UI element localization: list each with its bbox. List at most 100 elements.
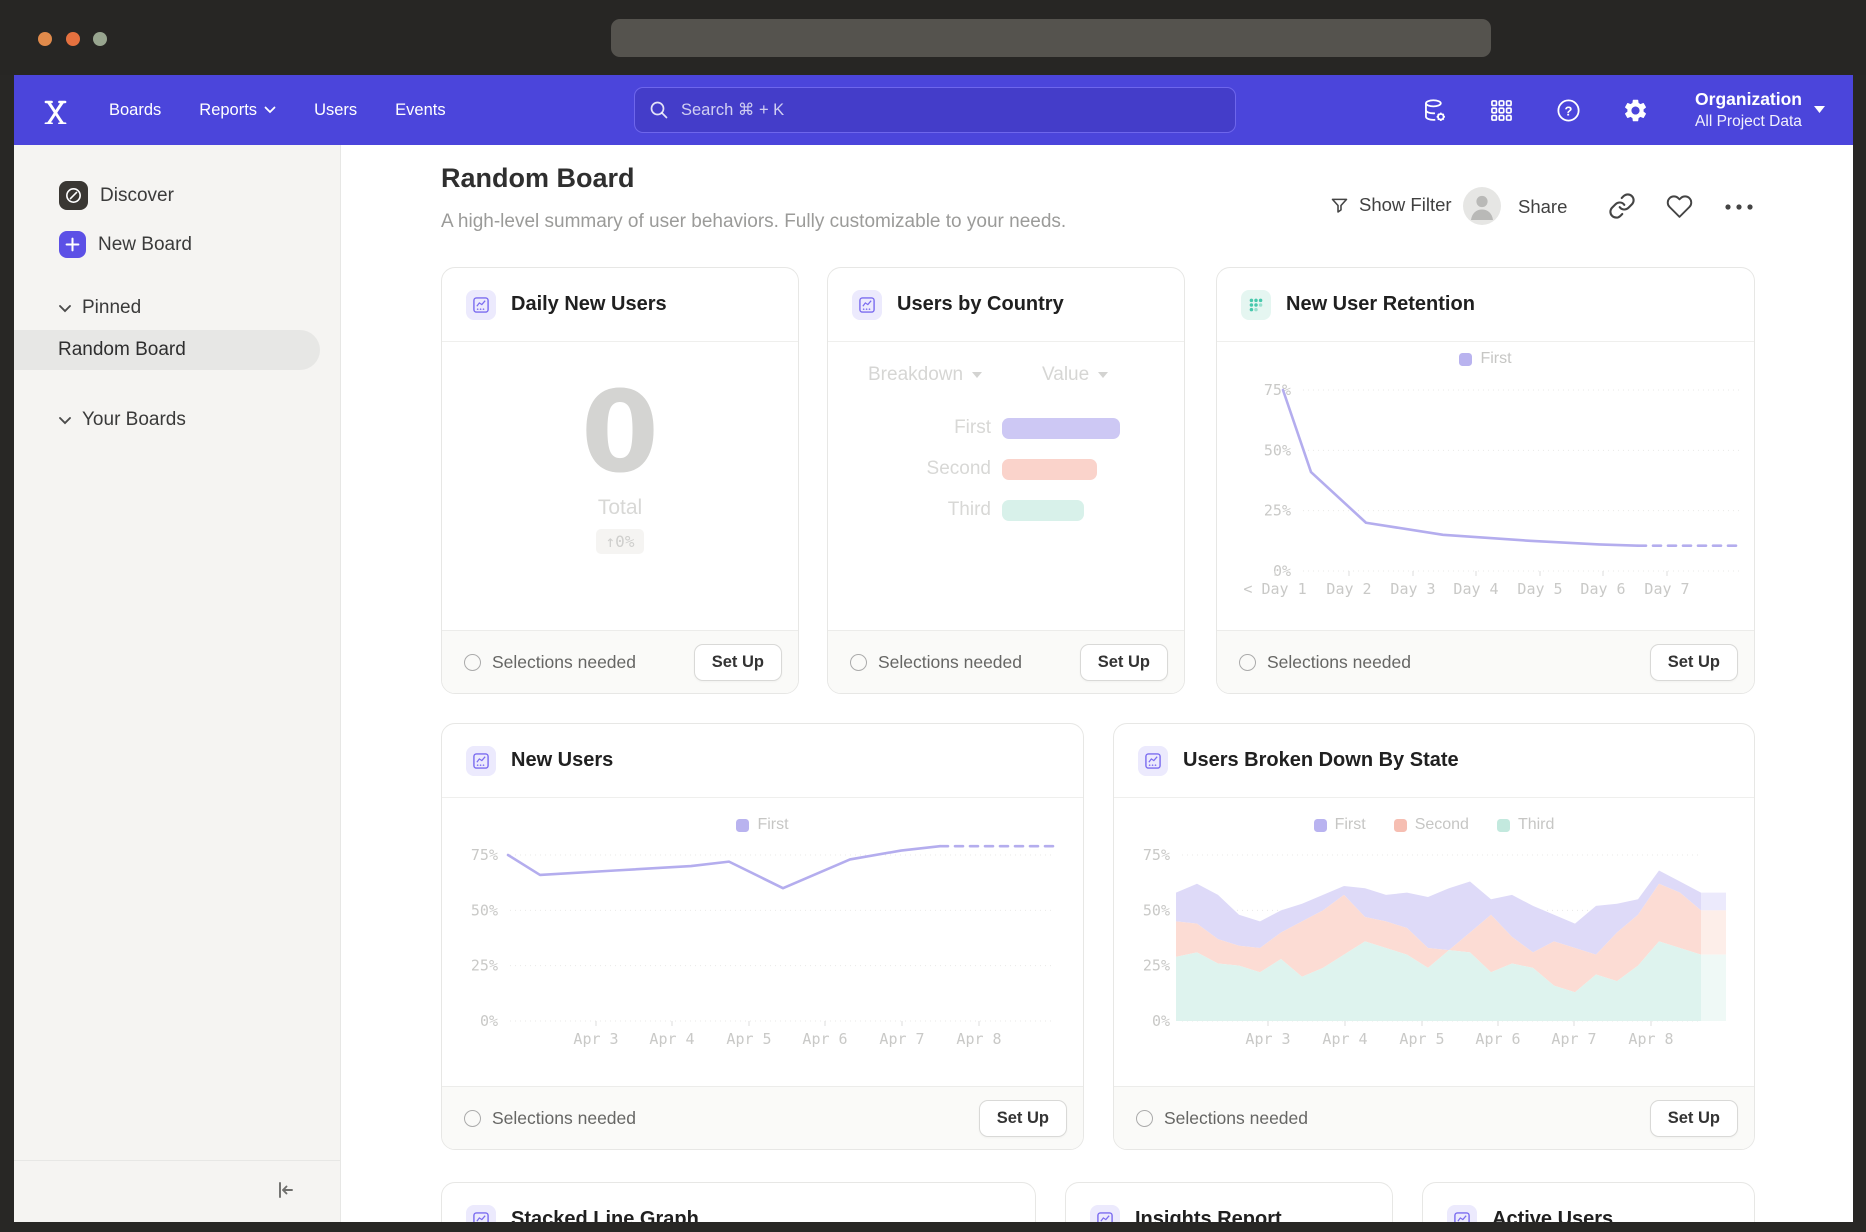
show-filter-button[interactable]: Show Filter bbox=[1329, 194, 1452, 216]
help-icon[interactable]: ? bbox=[1555, 97, 1582, 124]
more-options-icon[interactable] bbox=[1722, 201, 1756, 213]
svg-text:Apr 4: Apr 4 bbox=[1322, 1030, 1367, 1048]
value-dropdown[interactable]: Value bbox=[1042, 364, 1108, 386]
legend-item[interactable]: First bbox=[736, 816, 788, 834]
chart-legend: First bbox=[1217, 350, 1754, 368]
nav-menu: Boards Reports Users Events bbox=[109, 101, 446, 120]
svg-text:25%: 25% bbox=[1143, 957, 1170, 975]
sidebar-section-pinned[interactable]: Pinned bbox=[58, 297, 141, 319]
nav-item-reports[interactable]: Reports bbox=[199, 101, 276, 120]
set-up-button[interactable]: Set Up bbox=[979, 1100, 1067, 1137]
legend-swatch bbox=[1394, 819, 1407, 832]
person-icon bbox=[1463, 187, 1501, 225]
svg-text:Apr 6: Apr 6 bbox=[1475, 1030, 1520, 1048]
chevron-down-icon bbox=[58, 416, 72, 425]
card-header: Users Broken Down By State bbox=[1114, 724, 1754, 798]
collapse-sidebar-icon[interactable] bbox=[270, 1175, 300, 1205]
window-minimize-button[interactable] bbox=[66, 32, 80, 46]
apps-grid-icon[interactable] bbox=[1488, 97, 1515, 124]
share-label: Share bbox=[1518, 196, 1567, 218]
legend-item[interactable]: Second bbox=[1394, 816, 1469, 834]
svg-text:0%: 0% bbox=[1273, 562, 1291, 580]
retention-line-chart: 75%50%25%0%< Day 1Day 2Day 3Day 4Day 5Da… bbox=[1217, 342, 1754, 630]
breakdown-dropdown[interactable]: Breakdown bbox=[868, 364, 982, 386]
legend-item[interactable]: First bbox=[1314, 816, 1366, 834]
bar-label: Third bbox=[828, 499, 991, 521]
card-users-by-country: Users by Country Breakdown Value FirstSe… bbox=[827, 267, 1185, 694]
sidebar-item-new-board[interactable]: New Board bbox=[59, 231, 192, 258]
legend-label: First bbox=[1480, 350, 1511, 368]
insights-chart-icon bbox=[466, 290, 496, 320]
sidebar-item-label: Discover bbox=[100, 185, 174, 207]
chart-legend: First Second Third bbox=[1114, 816, 1754, 834]
dropdown-label: Breakdown bbox=[868, 364, 963, 386]
sidebar-item-discover[interactable]: Discover bbox=[59, 181, 174, 210]
nav-item-boards[interactable]: Boards bbox=[109, 101, 161, 120]
org-switcher[interactable]: Organization All Project Data bbox=[1695, 88, 1825, 132]
copy-link-icon[interactable] bbox=[1608, 192, 1636, 220]
svg-text:Apr 7: Apr 7 bbox=[1551, 1030, 1596, 1048]
svg-text:0%: 0% bbox=[480, 1012, 498, 1030]
caret-down-icon bbox=[1098, 372, 1108, 378]
bar bbox=[1002, 418, 1120, 439]
settings-gear-icon[interactable] bbox=[1622, 97, 1649, 124]
avatar[interactable] bbox=[1463, 187, 1501, 225]
status-text: Selections needed bbox=[492, 652, 636, 673]
filter-icon bbox=[1329, 195, 1350, 216]
svg-text:0%: 0% bbox=[1152, 1012, 1170, 1030]
mixpanel-logo[interactable] bbox=[42, 97, 69, 124]
set-up-button[interactable]: Set Up bbox=[1080, 644, 1168, 681]
search-input[interactable] bbox=[679, 100, 1221, 121]
bar bbox=[1002, 459, 1097, 480]
page-subtitle: A high-level summary of user behaviors. … bbox=[441, 211, 1066, 233]
card-daily-new-users: Daily New Users 0 Total ↑0% Selections n… bbox=[441, 267, 799, 694]
selection-radio[interactable] bbox=[1136, 1110, 1153, 1127]
nav-item-events[interactable]: Events bbox=[395, 101, 445, 120]
svg-text:Apr 5: Apr 5 bbox=[726, 1030, 771, 1048]
page-title: Random Board bbox=[441, 163, 635, 194]
caret-down-icon bbox=[1814, 106, 1825, 113]
svg-text:Apr 4: Apr 4 bbox=[649, 1030, 694, 1048]
data-management-icon[interactable] bbox=[1421, 97, 1448, 124]
window-zoom-button[interactable] bbox=[93, 32, 107, 46]
card-body: Breakdown Value FirstSecondThird bbox=[828, 342, 1184, 630]
card-footer: Selections needed Set Up bbox=[442, 630, 798, 693]
nav-item-label: Events bbox=[395, 101, 445, 120]
metric-label: Total bbox=[598, 496, 642, 520]
retention-grid-icon bbox=[1241, 290, 1271, 320]
metric-big-value: 0 bbox=[581, 384, 659, 482]
set-up-button[interactable]: Set Up bbox=[1650, 644, 1738, 681]
window-edge bbox=[0, 1222, 1866, 1232]
selection-radio[interactable] bbox=[464, 654, 481, 671]
set-up-button[interactable]: Set Up bbox=[694, 644, 782, 681]
selection-radio[interactable] bbox=[1239, 654, 1256, 671]
card-title: Users Broken Down By State bbox=[1183, 749, 1459, 772]
address-bar[interactable] bbox=[611, 19, 1491, 57]
share-button[interactable]: Share bbox=[1518, 196, 1567, 218]
org-name: Organization bbox=[1695, 88, 1802, 112]
svg-text:Day 6: Day 6 bbox=[1580, 580, 1625, 598]
status-text: Selections needed bbox=[878, 652, 1022, 673]
window-close-button[interactable] bbox=[38, 32, 52, 46]
card-title: Users by Country bbox=[897, 293, 1064, 316]
legend-item[interactable]: First bbox=[1459, 350, 1511, 368]
legend-label: First bbox=[757, 816, 788, 834]
set-up-button[interactable]: Set Up bbox=[1650, 1100, 1738, 1137]
svg-text:25%: 25% bbox=[1264, 502, 1291, 520]
sidebar-item-random-board[interactable]: Random Board bbox=[14, 330, 320, 370]
insights-chart-icon bbox=[852, 290, 882, 320]
legend-swatch bbox=[1459, 353, 1472, 366]
card-body: FirstSecondThird 75%50%25%0%Apr 3Apr 4Ap… bbox=[1114, 798, 1754, 1086]
status-text: Selections needed bbox=[1267, 652, 1411, 673]
nav-item-label: Boards bbox=[109, 101, 161, 120]
selection-radio[interactable] bbox=[464, 1110, 481, 1127]
legend-item[interactable]: Third bbox=[1497, 816, 1554, 834]
bar-label: First bbox=[828, 417, 991, 439]
nav-item-users[interactable]: Users bbox=[314, 101, 357, 120]
chevron-down-icon bbox=[58, 304, 72, 313]
global-search[interactable] bbox=[634, 87, 1236, 133]
favorite-heart-icon[interactable] bbox=[1666, 193, 1693, 220]
sidebar-section-your-boards[interactable]: Your Boards bbox=[58, 409, 186, 431]
selection-radio[interactable] bbox=[850, 654, 867, 671]
svg-text:< Day 1: < Day 1 bbox=[1243, 580, 1306, 598]
